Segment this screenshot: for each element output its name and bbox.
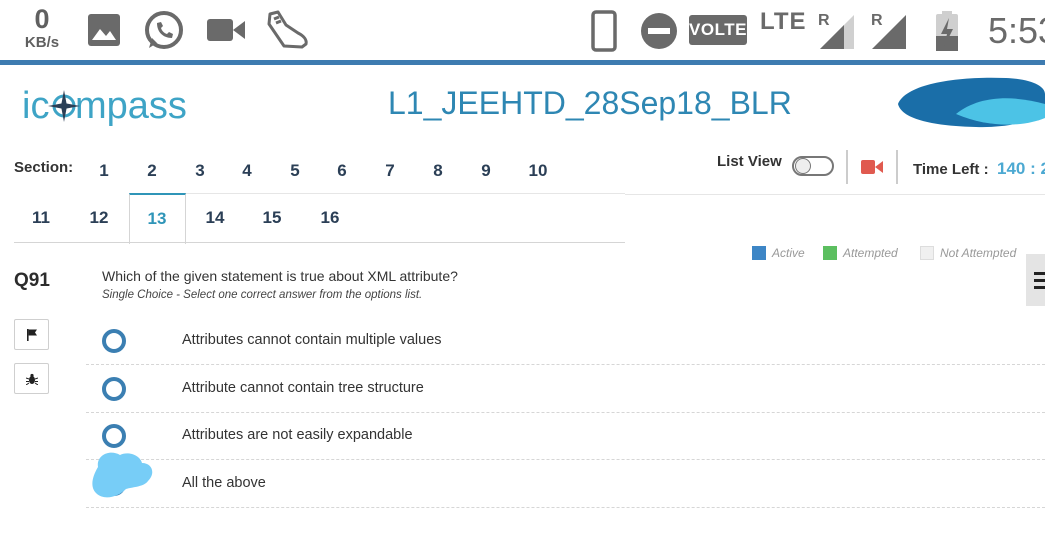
section-nav-divider xyxy=(184,193,625,194)
icompass-logo: icompass ic mpass xyxy=(22,78,202,128)
toolbar-divider xyxy=(625,194,1045,195)
section-tab-16[interactable]: 16 xyxy=(315,208,345,228)
battery-charging-icon xyxy=(936,11,958,51)
menu-handle[interactable] xyxy=(1026,254,1045,306)
scribble-mark xyxy=(92,452,153,498)
section-tab-2[interactable]: 2 xyxy=(137,161,167,181)
radio-button[interactable] xyxy=(102,329,126,353)
toolbar-divider xyxy=(846,150,848,184)
section-tab-4[interactable]: 4 xyxy=(232,161,262,181)
answer-option[interactable]: Attributes are not easily expandable xyxy=(86,412,1045,460)
svg-text:mpass: mpass xyxy=(75,85,187,127)
section-nav-divider xyxy=(14,242,625,243)
status-bar-divider xyxy=(0,60,1045,65)
legend-label: Active xyxy=(772,246,805,260)
section-tab-15[interactable]: 15 xyxy=(257,208,287,228)
question-hint: Single Choice - Select one correct answe… xyxy=(102,289,423,301)
status-bar: 0 KB/s VOLTE LTE R R 5:5 xyxy=(0,0,1045,65)
legend-label: Attempted xyxy=(843,246,898,260)
section-tab-5[interactable]: 5 xyxy=(280,161,310,181)
signal-icon xyxy=(820,15,854,49)
phone-icon xyxy=(591,10,617,52)
clock: 5:53 xyxy=(988,10,1045,51)
section-tab-13[interactable]: 13 xyxy=(142,209,172,229)
network-speed-unit: KB/s xyxy=(24,34,60,51)
radio-button[interactable] xyxy=(102,424,126,448)
section-tab-6[interactable]: 6 xyxy=(327,161,357,181)
section-tab-14[interactable]: 14 xyxy=(200,208,230,228)
logo-mark: ic mpass xyxy=(22,85,187,127)
section-tab-8[interactable]: 8 xyxy=(423,161,453,181)
brand-logo xyxy=(898,77,1045,128)
section-tab-10[interactable]: 10 xyxy=(523,161,553,181)
section-tab-11[interactable]: 11 xyxy=(26,208,56,228)
legend-not-attempted: Not Attempted xyxy=(920,246,1016,260)
toggle-knob xyxy=(795,158,811,174)
section-tab-12[interactable]: 12 xyxy=(84,208,114,228)
sneaker-icon xyxy=(267,10,308,49)
svg-text:ic: ic xyxy=(22,85,49,127)
do-not-disturb-icon xyxy=(641,13,677,49)
section-tab-1[interactable]: 1 xyxy=(89,161,119,181)
section-tab-7[interactable]: 7 xyxy=(375,161,405,181)
question-text: Which of the given statement is true abo… xyxy=(102,268,458,284)
flag-icon xyxy=(27,329,37,341)
answer-option[interactable]: Attributes cannot contain multiple value… xyxy=(86,317,1045,365)
lte-indicator: LTE xyxy=(760,8,807,35)
option-text: Attributes are not easily expandable xyxy=(182,427,413,443)
legend-swatch-not-attempted xyxy=(920,246,934,260)
legend-attempted: Attempted xyxy=(823,246,898,260)
section-tab-3[interactable]: 3 xyxy=(185,161,215,181)
network-speed: 0 KB/s xyxy=(18,4,66,51)
volte-indicator: VOLTE xyxy=(689,15,747,45)
answer-option[interactable]: Attribute cannot contain tree structure xyxy=(86,365,1045,413)
list-view-toggle[interactable] xyxy=(792,156,834,176)
section-tab-9[interactable]: 9 xyxy=(471,161,501,181)
page-title: L1_JEEHTD_28Sep18_BLR xyxy=(388,85,792,121)
image-icon xyxy=(88,14,120,46)
toolbar-divider xyxy=(896,150,898,184)
legend-swatch-active xyxy=(752,246,766,260)
legend-swatch-attempted xyxy=(823,246,837,260)
video-camera-icon[interactable] xyxy=(861,159,883,175)
legend-label: Not Attempted xyxy=(940,246,1017,260)
report-bug-button[interactable] xyxy=(14,363,49,394)
section-label: Section: xyxy=(14,159,74,176)
option-text: Attributes cannot contain multiple value… xyxy=(182,332,442,348)
time-left-label: Time Left : xyxy=(913,161,989,178)
option-text: All the above xyxy=(182,475,266,491)
question-number: Q91 xyxy=(14,270,50,291)
radio-button[interactable] xyxy=(102,377,126,401)
video-camera-icon xyxy=(207,19,245,41)
list-view-label: List View xyxy=(717,153,782,170)
legend-active: Active xyxy=(752,246,805,260)
signal-icon xyxy=(872,15,906,49)
bug-icon xyxy=(26,373,38,385)
time-left-value: 140 : 2 xyxy=(997,159,1045,178)
network-speed-value: 0 xyxy=(34,4,50,34)
flag-button[interactable] xyxy=(14,319,49,350)
whatsapp-icon xyxy=(145,11,183,49)
answer-option[interactable]: All the above xyxy=(86,460,1045,508)
option-text: Attribute cannot contain tree structure xyxy=(182,380,424,396)
